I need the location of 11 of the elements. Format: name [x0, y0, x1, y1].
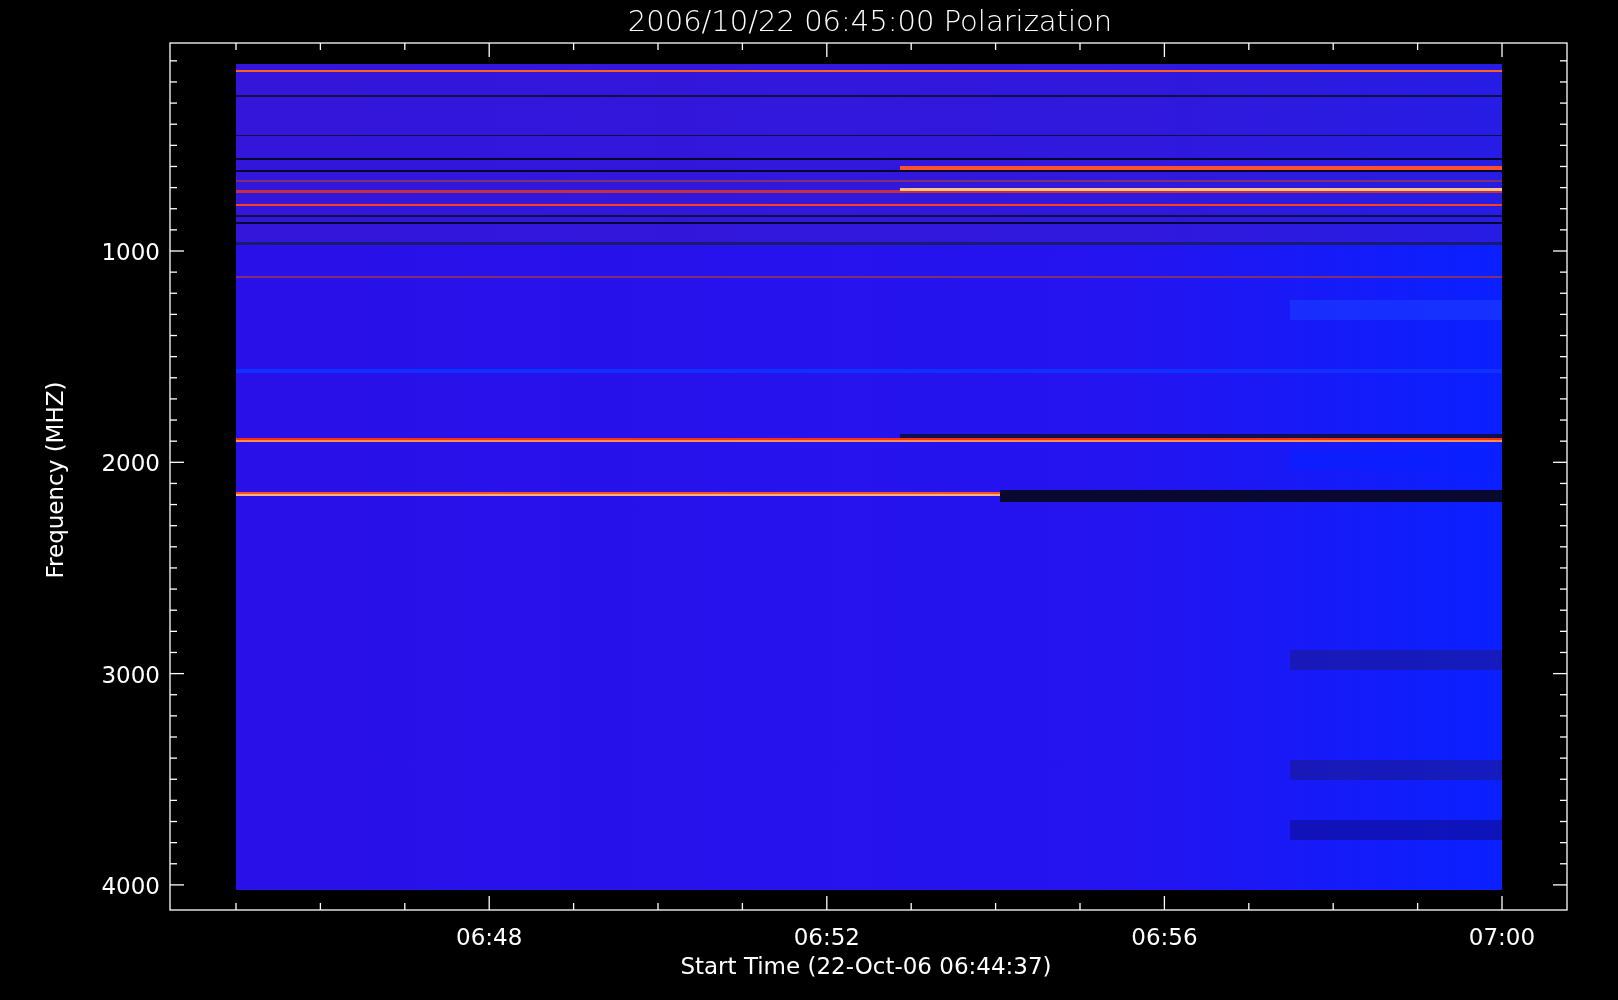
y-tick-label: 1000	[101, 239, 160, 265]
x-tick-label: 06:52	[793, 924, 860, 950]
x-axis-label: Start Time (22-Oct-06 06:44:37)	[680, 953, 1052, 979]
y-tick-label: 4000	[101, 872, 160, 899]
x-tick-label: 06:56	[1131, 924, 1198, 950]
x-tick-label: 06:48	[456, 924, 523, 950]
y-tick-label: 3000	[101, 661, 160, 688]
y-axis-label: Frequency (MHZ)	[42, 381, 68, 579]
chart-title: 2006/10/22 06:45:00 Polarization	[627, 4, 1113, 38]
y-tick-label: 2000	[101, 450, 160, 477]
x-tick-label: 07:00	[1468, 924, 1536, 950]
